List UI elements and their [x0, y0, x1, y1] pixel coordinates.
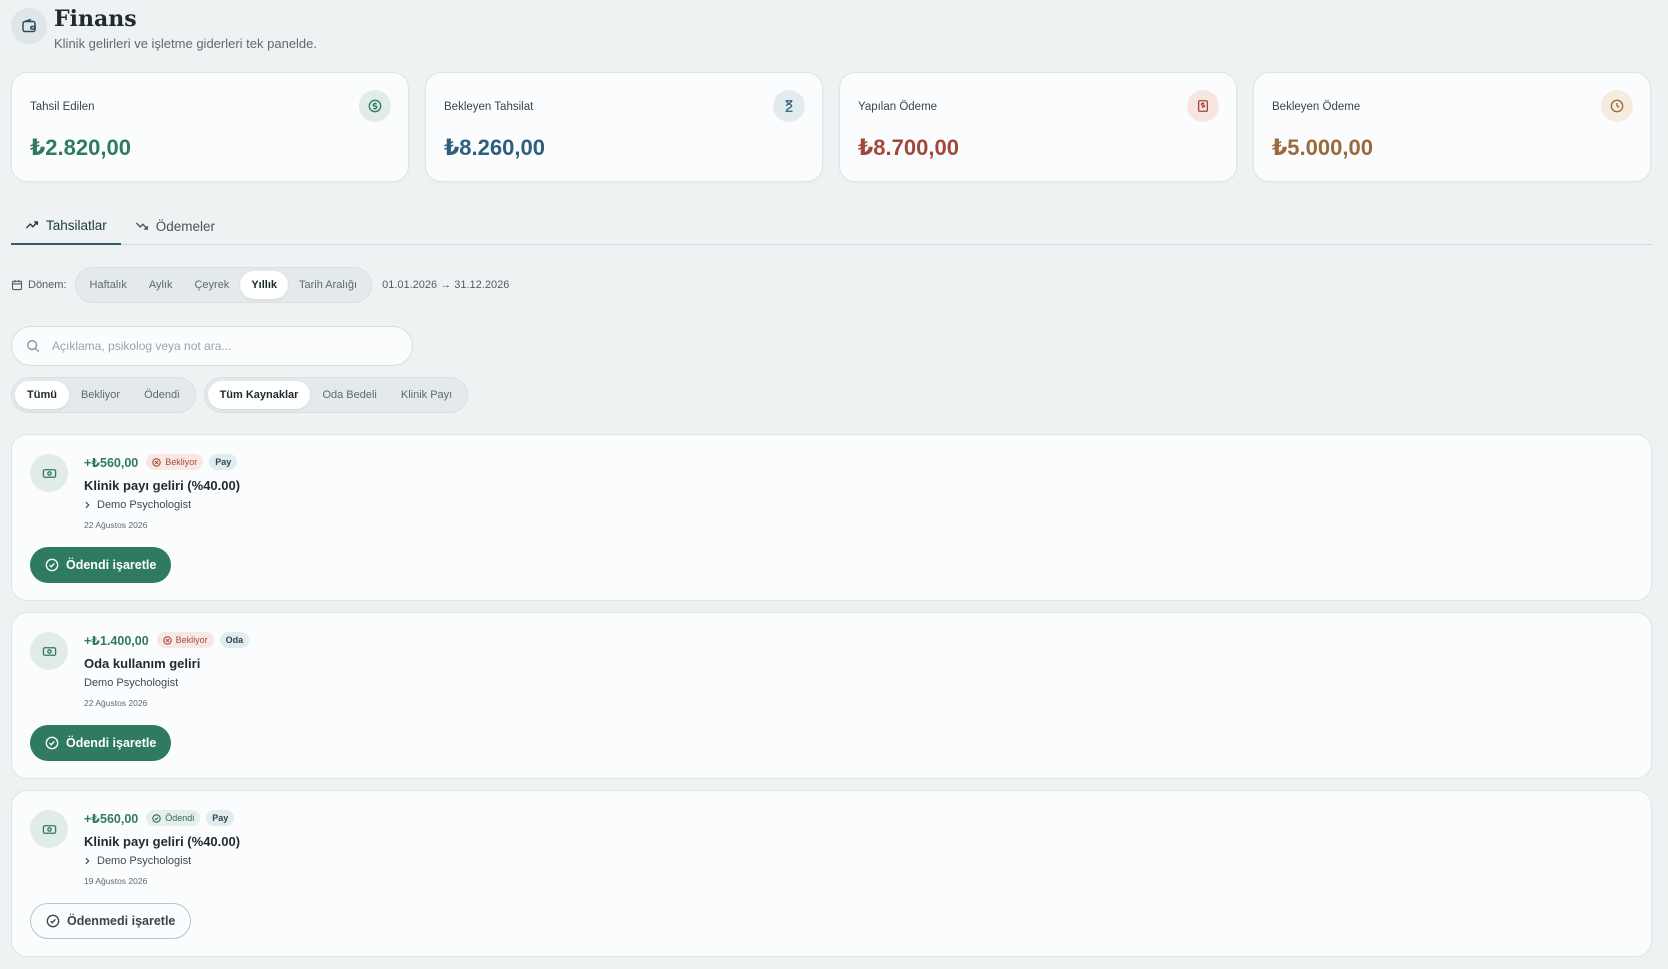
- source-filter-all[interactable]: Tüm Kaynaklar: [207, 381, 311, 409]
- source-badge: Pay: [209, 454, 238, 470]
- stat-label: Yapılan Ödeme: [858, 101, 938, 113]
- mark-paid-button-label: Ödendi işaretle: [66, 558, 157, 572]
- stat-value: ₺2.820,00: [30, 135, 131, 160]
- period-option-weekly[interactable]: Haftalık: [79, 271, 138, 299]
- entry-meta: +₺1.400,00 Bekliyor Oda: [84, 632, 250, 648]
- mark-paid-button-label: Ödendi işaretle: [66, 736, 157, 750]
- banknote-icon: [30, 810, 68, 848]
- mark-unpaid-button[interactable]: Ödenmedi işaretle: [30, 903, 192, 939]
- dollar-circle-icon: [359, 90, 391, 122]
- status-filter: Tümü Bekliyor Ödendi: [11, 377, 196, 413]
- period-label-text: Dönem:: [28, 279, 67, 291]
- entry-person: Demo Psychologist: [84, 855, 191, 867]
- check-circle-icon: [45, 558, 59, 572]
- period-selector: Dönem: Haftalık Aylık Çeyrek Yıllık Tari…: [11, 267, 509, 303]
- entry-title: Oda kullanım geliri: [84, 656, 201, 671]
- entry-amount: +₺560,00: [84, 455, 139, 470]
- check-circle-icon: [45, 736, 59, 750]
- page-title: Finans: [54, 6, 137, 32]
- clock-icon: [1601, 90, 1633, 122]
- source-filter: Tüm Kaynaklar Oda Bedeli Klinik Payı: [203, 377, 469, 413]
- trending-up-icon: [25, 221, 38, 229]
- status-badge-label: Bekliyor: [175, 635, 208, 645]
- banknote-icon: [30, 632, 68, 670]
- entry-person-name: Demo Psychologist: [97, 855, 192, 867]
- calendar-icon: [11, 280, 23, 291]
- stat-card-pending-collection: Bekleyen Tahsilat ₺8.260,00: [425, 72, 823, 182]
- period-option-monthly[interactable]: Aylık: [138, 271, 184, 299]
- stat-value: ₺8.700,00: [858, 135, 959, 160]
- entry-date: 22 Ağustos 2026: [84, 698, 148, 708]
- entry-amount: +₺1.400,00: [84, 633, 149, 648]
- entry-date: 22 Ağustos 2026: [84, 520, 148, 530]
- entry-date: 19 Ağustos 2026: [84, 876, 148, 886]
- status-badge: Bekliyor: [146, 454, 204, 470]
- source-filter-clinic-share[interactable]: Klinik Payı: [389, 381, 464, 409]
- status-badge: Ödendi: [146, 810, 201, 826]
- stat-value: ₺5.000,00: [1272, 135, 1373, 160]
- period-option-quarter[interactable]: Çeyrek: [183, 271, 240, 299]
- search-box: [11, 326, 413, 366]
- stat-card-pending-payment: Bekleyen Ödeme ₺5.000,00: [1253, 72, 1651, 182]
- entry-person: Demo Psychologist: [84, 677, 178, 689]
- list-item: +₺1.400,00 Bekliyor Oda Oda kullanım gel…: [11, 612, 1652, 779]
- entry-person-name: Demo Psychologist: [84, 677, 179, 689]
- list-item: +₺560,00 Bekliyor Pay Klinik payı geliri…: [11, 434, 1652, 601]
- transactions-list: +₺560,00 Bekliyor Pay Klinik payı geliri…: [11, 434, 1652, 968]
- period-label: Dönem:: [11, 279, 67, 291]
- x-circle-icon: [152, 457, 161, 467]
- stat-card-payments-made: Yapılan Ödeme ₺8.700,00: [839, 72, 1237, 182]
- date-range-text: 01.01.2026 → 31.12.2026: [382, 279, 510, 291]
- status-badge-label: Bekliyor: [165, 457, 198, 467]
- source-filter-room-fee[interactable]: Oda Bedeli: [310, 381, 388, 409]
- check-circle-icon: [46, 914, 60, 928]
- period-option-yearly[interactable]: Yıllık: [240, 271, 288, 299]
- status-badge: Bekliyor: [156, 632, 214, 648]
- tab-label: Ödemeler: [155, 218, 216, 234]
- stat-card-collected: Tahsil Edilen ₺2.820,00: [11, 72, 409, 182]
- filter-row: Tümü Bekliyor Ödendi Tüm Kaynaklar Oda B…: [11, 377, 469, 413]
- chevron-right-icon: [85, 501, 90, 509]
- entry-meta: +₺560,00 Ödendi Pay: [84, 810, 235, 826]
- stat-label: Bekleyen Ödeme: [1272, 101, 1361, 113]
- period-segmented-control: Haftalık Aylık Çeyrek Yıllık Tarih Aralı…: [74, 267, 373, 303]
- search-icon: [27, 340, 40, 353]
- tab-label: Tahsilatlar: [46, 217, 107, 233]
- mark-paid-button[interactable]: Ödendi işaretle: [30, 725, 172, 761]
- search-input[interactable]: [52, 339, 382, 353]
- check-circle-icon: [152, 813, 161, 823]
- page-header: Finans Klinik gelirleri ve işletme gider…: [11, 8, 317, 51]
- x-circle-icon: [162, 635, 172, 645]
- status-filter-pending[interactable]: Bekliyor: [69, 381, 132, 409]
- mark-paid-button[interactable]: Ödendi işaretle: [30, 547, 172, 583]
- tab-payments[interactable]: Ödemeler: [121, 207, 229, 245]
- banknote-icon: [30, 454, 68, 492]
- stat-value: ₺8.260,00: [444, 135, 545, 160]
- entry-title: Klinik payı geliri (%40.00): [84, 478, 241, 493]
- mark-unpaid-button-label: Ödenmedi işaretle: [67, 914, 176, 928]
- chevron-right-icon: [85, 857, 90, 865]
- stat-label: Tahsil Edilen: [30, 101, 95, 113]
- tab-collections[interactable]: Tahsilatlar: [11, 207, 121, 245]
- receipt-icon: [1187, 90, 1219, 122]
- wallet-icon: [11, 8, 47, 44]
- entry-title: Klinik payı geliri (%40.00): [84, 834, 241, 849]
- status-badge-label: Ödendi: [165, 813, 195, 823]
- list-item: +₺560,00 Ödendi Pay Klinik payı geliri (…: [11, 790, 1652, 957]
- entry-amount: +₺560,00: [84, 811, 139, 826]
- status-filter-all[interactable]: Tümü: [15, 381, 69, 409]
- source-badge: Pay: [206, 810, 235, 826]
- hourglass-icon: [773, 90, 805, 122]
- entry-person-name: Demo Psychologist: [97, 499, 192, 511]
- page-subtitle: Klinik gelirleri ve işletme giderleri te…: [54, 36, 318, 51]
- period-option-date-range[interactable]: Tarih Aralığı: [288, 271, 368, 299]
- entry-meta: +₺560,00 Bekliyor Pay: [84, 454, 238, 470]
- stats-row: Tahsil Edilen ₺2.820,00 Bekleyen Tahsila…: [11, 72, 1651, 182]
- source-badge: Oda: [219, 632, 250, 648]
- tab-bar: Tahsilatlar Ödemeler: [11, 207, 1652, 245]
- trending-down-icon: [135, 222, 148, 230]
- status-filter-paid[interactable]: Ödendi: [132, 381, 191, 409]
- stat-label: Bekleyen Tahsilat: [444, 101, 534, 113]
- entry-person: Demo Psychologist: [84, 499, 191, 511]
